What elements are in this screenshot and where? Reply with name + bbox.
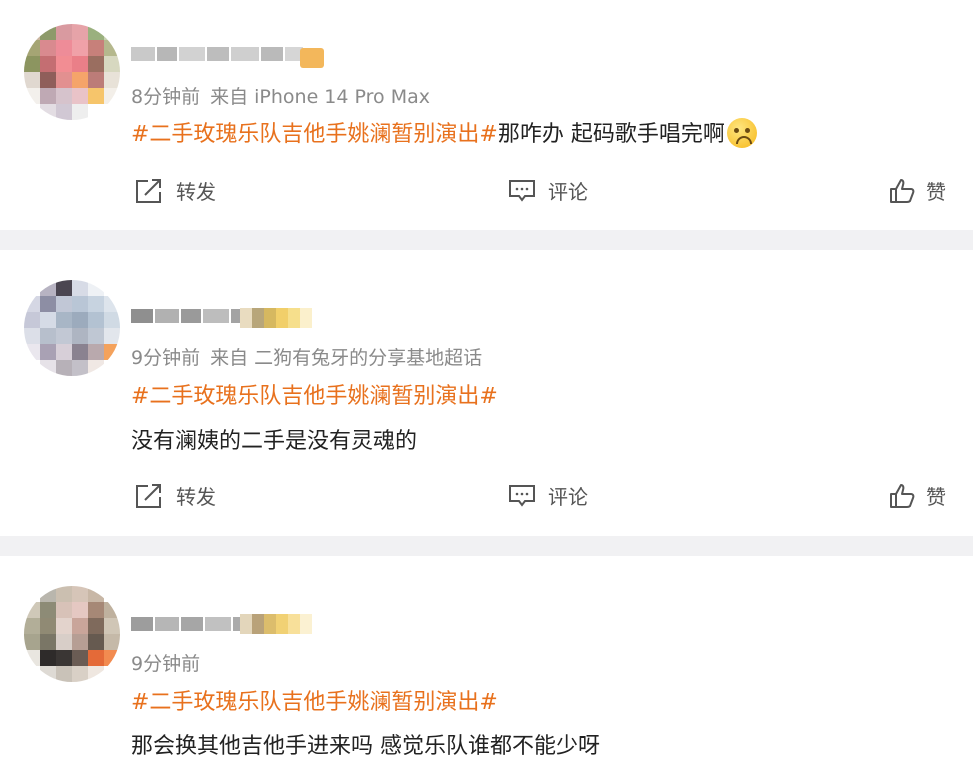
post-topic-line: #二手玫瑰乐队吉他手姚澜暂别演出#: [131, 378, 498, 410]
comment-label: 评论: [548, 180, 588, 204]
comment-button[interactable]: 评论: [508, 481, 588, 510]
repost-label: 转发: [176, 180, 216, 204]
avatar[interactable]: [24, 280, 120, 376]
post-content: 没有澜姨的二手是没有灵魂的: [131, 423, 417, 455]
like-label: 赞: [926, 485, 946, 509]
post-source[interactable]: 来自 iPhone 14 Pro Max: [210, 86, 430, 108]
post-text: 那咋办 起码歌手唱完啊: [497, 122, 725, 147]
post-separator: [0, 536, 973, 556]
crying-face-icon: [726, 118, 757, 148]
thumbs-up-icon: [890, 178, 915, 203]
repost-button[interactable]: 转发: [134, 481, 216, 510]
action-bar: 转发 评论 赞: [0, 176, 973, 216]
post-content: #二手玫瑰乐队吉他手姚澜暂别演出#那咋办 起码歌手唱完啊: [131, 116, 757, 150]
topic-link[interactable]: #二手玫瑰乐队吉他手姚澜暂别演出#: [131, 384, 498, 409]
comment-icon: [509, 484, 535, 507]
like-button[interactable]: 赞: [888, 176, 946, 205]
member-badge-icon: [240, 614, 312, 634]
post-source[interactable]: 来自 二狗有兔牙的分享基地超话: [210, 347, 482, 369]
post-topic-line: #二手玫瑰乐队吉他手姚澜暂别演出#: [131, 684, 498, 716]
repost-button[interactable]: 转发: [134, 176, 216, 205]
like-button[interactable]: 赞: [888, 481, 946, 510]
comment-label: 评论: [548, 485, 588, 509]
member-badge-icon: [240, 308, 312, 328]
comment-button[interactable]: 评论: [508, 176, 588, 205]
action-bar: 转发 评论 赞: [0, 481, 973, 521]
repost-icon: [136, 483, 161, 508]
topic-link[interactable]: #二手玫瑰乐队吉他手姚澜暂别演出#: [131, 690, 498, 715]
post-3: 9分钟前 #二手玫瑰乐队吉他手姚澜暂别演出# 那会换其他吉他手进来吗 感觉乐队谁…: [0, 556, 973, 778]
avatar[interactable]: [24, 586, 120, 682]
post-separator: [0, 230, 973, 250]
topic-link[interactable]: #二手玫瑰乐队吉他手姚澜暂别演出#: [131, 122, 498, 147]
post-time: 9分钟前: [131, 347, 201, 369]
comment-icon: [509, 179, 535, 202]
repost-label: 转发: [176, 485, 216, 509]
avatar[interactable]: [24, 24, 120, 120]
post-2: 9分钟前 来自 二狗有兔牙的分享基地超话 #二手玫瑰乐队吉他手姚澜暂别演出# 没有…: [0, 250, 973, 536]
post-time: 8分钟前: [131, 86, 201, 108]
repost-icon: [136, 178, 161, 203]
post-1: 8分钟前 来自 iPhone 14 Pro Max #二手玫瑰乐队吉他手姚澜暂别演…: [0, 0, 973, 230]
like-label: 赞: [926, 180, 946, 204]
username[interactable]: [131, 610, 253, 638]
post-time: 9分钟前: [131, 653, 201, 675]
post-text: 没有澜姨的二手是没有灵魂的: [131, 429, 418, 454]
username[interactable]: [131, 302, 253, 330]
post-meta: 8分钟前 来自 iPhone 14 Pro Max: [131, 82, 430, 109]
post-text: 那会换其他吉他手进来吗 感觉乐队谁都不能少呀: [131, 734, 600, 759]
post-content: 那会换其他吉他手进来吗 感觉乐队谁都不能少呀: [131, 728, 600, 760]
thumbs-up-icon: [890, 483, 915, 508]
post-meta: 9分钟前 来自 二狗有兔牙的分享基地超话: [131, 343, 482, 370]
member-badge-icon: [300, 48, 324, 68]
username[interactable]: [131, 40, 303, 68]
post-meta: 9分钟前: [131, 649, 200, 676]
